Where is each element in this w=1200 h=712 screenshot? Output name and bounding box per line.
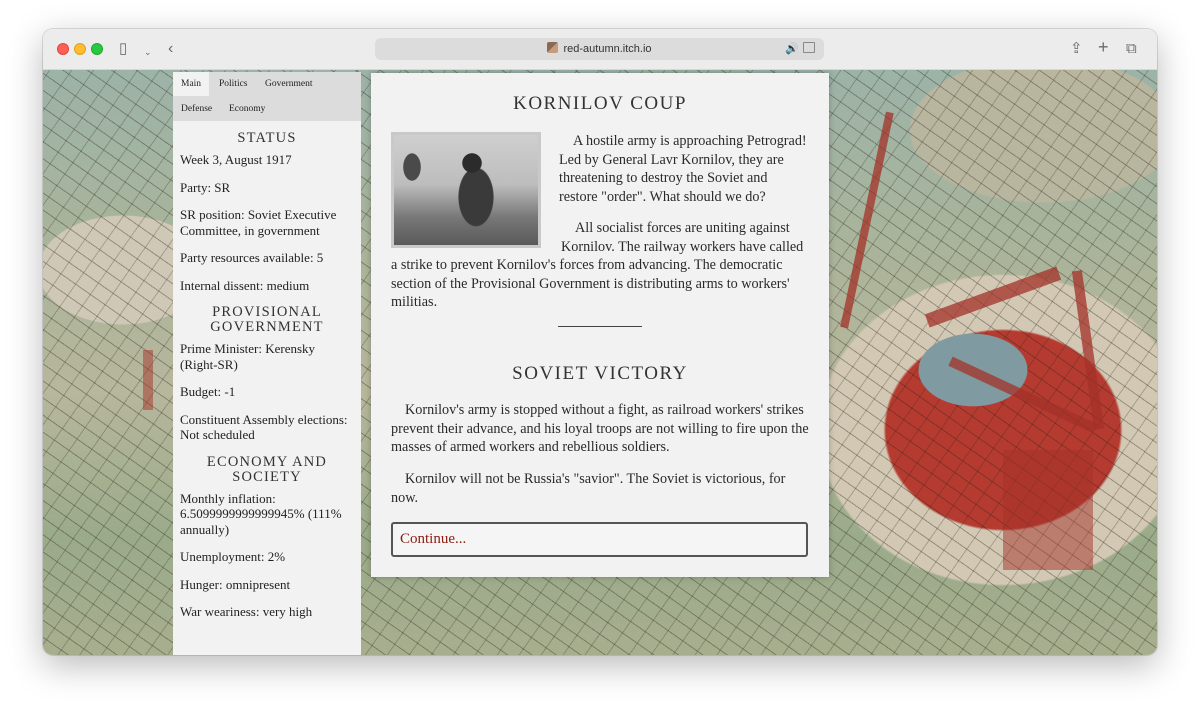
party-text: Party: SR bbox=[180, 179, 231, 195]
soviet-victory-title: SOVIET VICTORY bbox=[512, 363, 688, 384]
sidebar-toggle-icon[interactable]: ▯ bbox=[119, 40, 127, 58]
site-favicon-icon bbox=[547, 42, 559, 53]
address-bar[interactable]: red-autumn.itch.io 🔊 bbox=[375, 38, 824, 60]
party-position-text: SR position: Soviet Executive Committee,… bbox=[180, 207, 337, 238]
close-window-button[interactable] bbox=[57, 43, 69, 55]
sidebar-content: STATUS Week 3, August 1917 Party: SR SR … bbox=[173, 131, 361, 620]
url-display: red-autumn.itch.io bbox=[375, 42, 824, 55]
internal-dissent-text: Internal dissent: medium bbox=[180, 277, 310, 293]
tab-main[interactable]: Main bbox=[173, 72, 210, 96]
status-heading: STATUS bbox=[237, 130, 297, 146]
story-paragraph-2: All socialist forces are uniting against… bbox=[391, 220, 804, 310]
tab-defense[interactable]: Defense bbox=[173, 97, 220, 121]
unemployment-text: Unemployment: 2% bbox=[180, 549, 286, 564]
minimize-window-button[interactable] bbox=[74, 43, 86, 55]
assembly-elections-text: Constituent Assembly elections: Not sche… bbox=[180, 411, 348, 443]
sidebar-tabs: Main Politics Government Defense Economy bbox=[173, 72, 361, 121]
section-divider bbox=[558, 326, 642, 327]
chevron-down-icon[interactable]: ⌄ bbox=[144, 43, 152, 61]
game-viewport: Main Politics Government Defense Economy… bbox=[43, 70, 1157, 655]
reader-mode-icon[interactable] bbox=[803, 42, 815, 53]
budget-text: Budget: -1 bbox=[180, 384, 236, 399]
tab-overview-icon[interactable]: ⧉ bbox=[1126, 40, 1137, 58]
story-paragraph-3: Kornilov's army is stopped without a fig… bbox=[391, 402, 809, 455]
stats-sidebar: Main Politics Government Defense Economy… bbox=[173, 72, 361, 655]
provisional-government-heading: PROVISIONAL GOVERNMENT bbox=[210, 304, 324, 335]
tab-government[interactable]: Government bbox=[257, 72, 321, 96]
new-tab-icon[interactable]: + bbox=[1098, 38, 1109, 56]
story-paragraph-4: Kornilov will not be Russia's "savior". … bbox=[391, 471, 786, 506]
story-paragraph-1: A hostile army is approaching Petrograd!… bbox=[559, 133, 807, 205]
inflation-text: Monthly inflation: 6.5099999999999945% (… bbox=[180, 490, 342, 537]
browser-toolbar: ▯ ⌄ ‹ red-autumn.itch.io 🔊 ⇪ + ⧉ bbox=[43, 29, 1157, 70]
audio-playing-icon[interactable]: 🔊 bbox=[785, 42, 799, 55]
share-icon[interactable]: ⇪ bbox=[1070, 40, 1083, 58]
tab-politics[interactable]: Politics bbox=[211, 72, 256, 96]
prime-minister-text: Prime Minister: Kerensky (Right-SR) bbox=[180, 341, 316, 372]
war-weariness-text: War weariness: very high bbox=[180, 604, 313, 619]
economy-heading: ECONOMY AND SOCIETY bbox=[206, 453, 328, 485]
tab-economy[interactable]: Economy bbox=[221, 97, 273, 121]
current-week: Week 3, August 1917 bbox=[180, 152, 292, 167]
party-resources-text: Party resources available: 5 bbox=[180, 250, 324, 265]
kornilov-coup-title: KORNILOV COUP bbox=[513, 93, 687, 114]
zoom-window-button[interactable] bbox=[91, 43, 103, 55]
back-icon[interactable]: ‹ bbox=[168, 40, 173, 58]
browser-window: ▯ ⌄ ‹ red-autumn.itch.io 🔊 ⇪ + ⧉ Main Po… bbox=[43, 29, 1157, 655]
url-text: red-autumn.itch.io bbox=[563, 43, 652, 55]
hunger-text: Hunger: omnipresent bbox=[180, 576, 291, 592]
story-panel: KORNILOV COUP A hostile army is approach… bbox=[371, 73, 829, 577]
continue-button[interactable]: Continue... bbox=[391, 522, 808, 557]
